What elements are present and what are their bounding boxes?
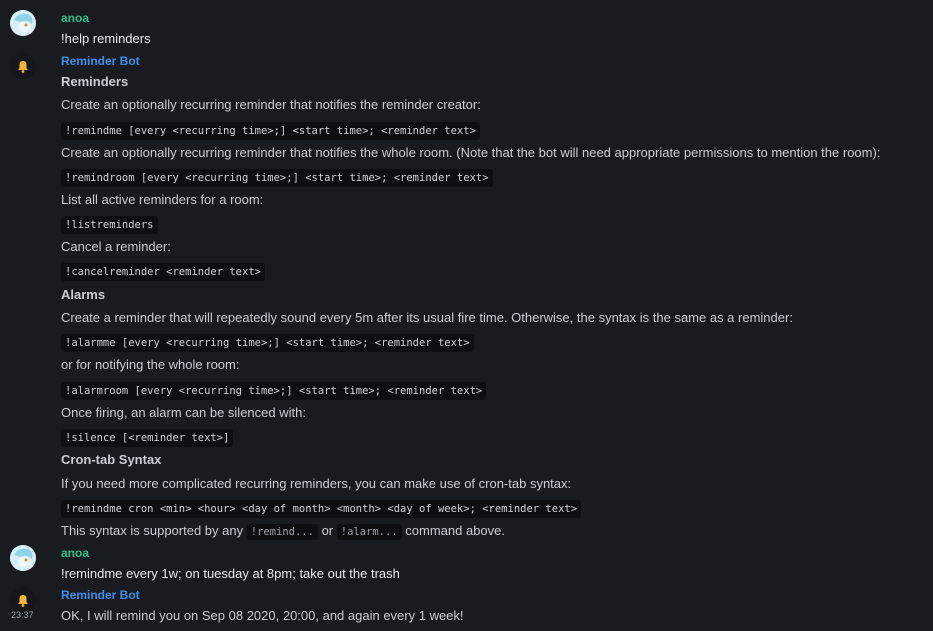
code-block: !silence [<reminder text>] [61, 429, 234, 447]
code-block: !listreminders [61, 216, 158, 234]
bot-avatar[interactable] [10, 53, 36, 79]
help-text: Cancel a reminder: [61, 239, 171, 254]
message-body: OK, I will remind you on Sep 08 2020, 20… [61, 608, 464, 623]
message-body: !remindme every 1w; on tuesday at 8pm; t… [61, 566, 400, 581]
section-heading: Cron-tab Syntax [61, 452, 162, 467]
help-text-inline: This syntax is supported by any !remind.… [61, 523, 506, 540]
inline-code: !alarm... [336, 524, 402, 540]
text-segment: command above. [405, 523, 506, 538]
bell-icon [10, 53, 36, 79]
message-timestamp: 23:37 [11, 610, 34, 620]
help-text: or for notifying the whole room: [61, 357, 240, 372]
sender-name[interactable]: anoa [61, 546, 89, 560]
code-block: !cancelreminder <reminder text> [61, 263, 265, 281]
code-block: !remindme cron <min> <hour> <day of mont… [61, 500, 582, 518]
help-text: Create an optionally recurring reminder … [61, 145, 881, 160]
help-text: Create an optionally recurring reminder … [61, 97, 481, 112]
text-segment: This syntax is supported by any [61, 523, 244, 538]
text-segment: or [321, 523, 334, 538]
section-heading: Reminders [61, 74, 129, 89]
code-block: !remindme [every <recurring time>;] <sta… [61, 122, 480, 140]
user-avatar[interactable] [10, 10, 36, 36]
section-heading: Alarms [61, 287, 106, 302]
sender-name[interactable]: Reminder Bot [61, 54, 140, 68]
help-text: List all active reminders for a room: [61, 192, 264, 207]
message-body: !help reminders [61, 31, 151, 46]
inline-code: !remind... [246, 524, 318, 540]
sender-name[interactable]: Reminder Bot [61, 588, 140, 602]
user-avatar[interactable] [10, 545, 36, 571]
sender-name[interactable]: anoa [61, 11, 89, 25]
code-block: !alarmme [every <recurring time>;] <star… [61, 334, 474, 352]
code-block: !remindroom [every <recurring time>;] <s… [61, 169, 493, 187]
code-block: !alarmroom [every <recurring time>;] <st… [61, 382, 487, 400]
help-text: If you need more complicated recurring r… [61, 476, 572, 491]
help-text: Once firing, an alarm can be silenced wi… [61, 405, 306, 420]
help-text: Create a reminder that will repeatedly s… [61, 310, 793, 325]
